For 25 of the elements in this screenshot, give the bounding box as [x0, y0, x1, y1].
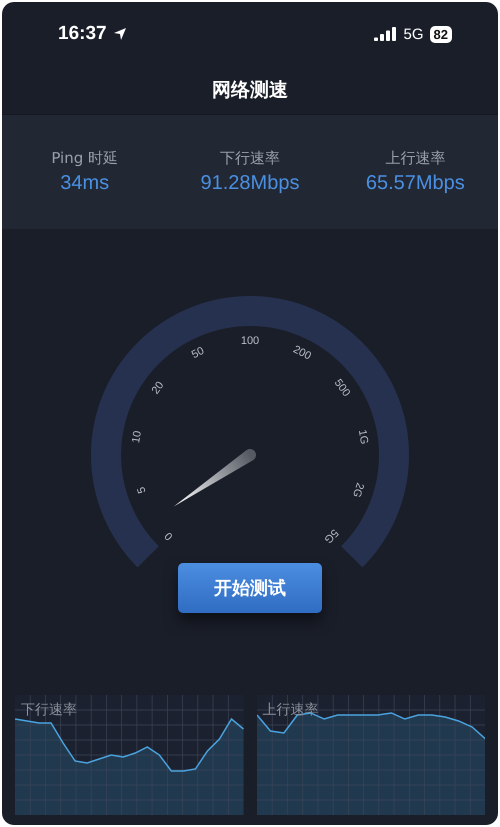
stat-label: Ping 时延 [51, 149, 118, 168]
location-arrow-icon [112, 27, 127, 41]
gauge-tick-label: 100 [240, 335, 260, 347]
start-test-button[interactable]: 开始测试 [178, 563, 322, 613]
graph-label: 下行速率 [21, 701, 77, 719]
gauge-tick-label: 1G [356, 428, 370, 446]
stat-label: 下行速率 [220, 149, 280, 168]
stat-value: 91.28Mbps [200, 172, 300, 195]
gauge-tick-label: 10 [130, 430, 144, 444]
signal-icon [374, 27, 398, 41]
stat-value: 34ms [60, 172, 110, 195]
gauge-tick-label: 50 [190, 345, 206, 362]
stat-label: 上行速率 [385, 149, 446, 168]
gauge-tick-label: 5 [134, 485, 148, 495]
gauge-tick-label: 5G [321, 526, 340, 546]
network-type: 5G [404, 26, 424, 42]
gauge-tick-label: 2G [350, 481, 366, 500]
battery-level: 82 [430, 26, 452, 42]
stat-value: 65.57Mbps [366, 172, 465, 195]
status-time: 16:37 [58, 23, 107, 45]
gauge-tick-label: 0 [162, 529, 176, 542]
gauge-tick-label: 500 [332, 377, 352, 399]
page-title: 网络测速 [212, 78, 288, 103]
gauge-tick-label: 20 [149, 380, 166, 396]
gauge-tick-label: 200 [290, 344, 313, 363]
